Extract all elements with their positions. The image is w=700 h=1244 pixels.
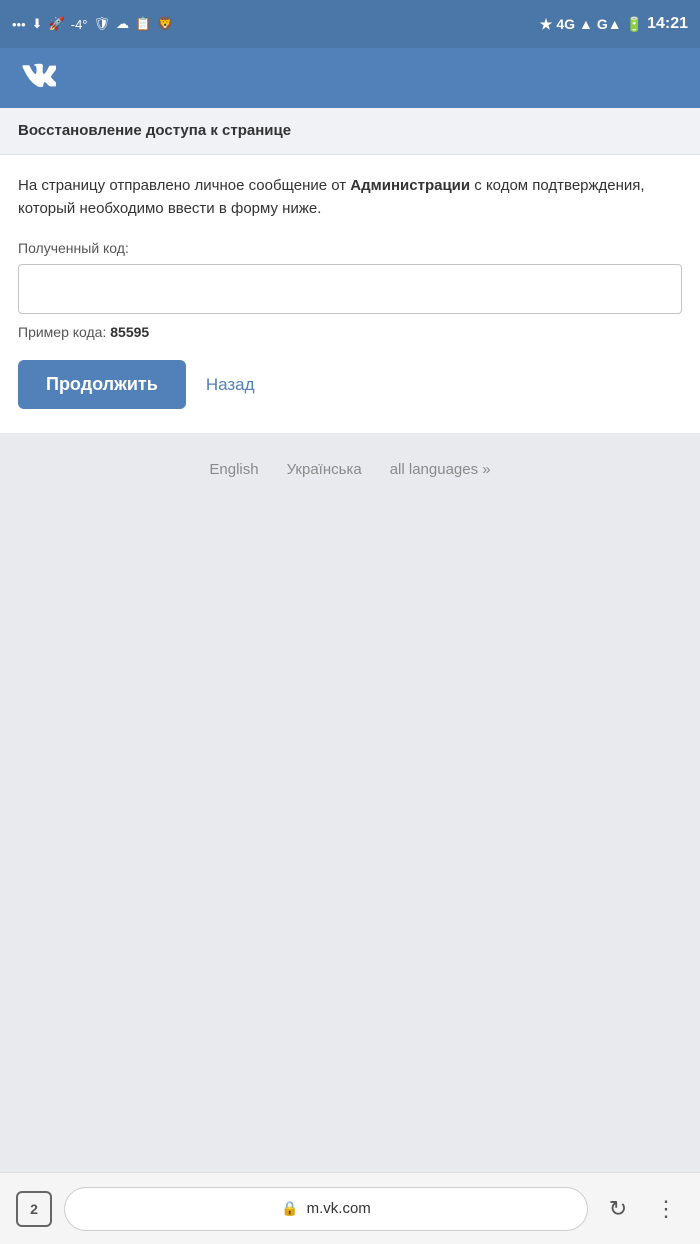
status-cloud: ☁	[116, 16, 129, 32]
form-area: На страницу отправлено личное сообщение …	[0, 155, 700, 433]
url-bar[interactable]: 🔒 m.vk.com	[64, 1187, 588, 1231]
status-star: ★	[540, 16, 553, 33]
status-download: ⬇	[32, 16, 43, 32]
status-4g: 4G	[556, 16, 575, 32]
status-signal1: ▲	[579, 16, 593, 32]
button-row: Продолжить Назад	[18, 360, 682, 409]
status-left: ••• ⬇ 🚀 -4° 🛡 ☁ 📋 🦁	[12, 16, 173, 32]
vk-header	[0, 48, 700, 108]
language-english[interactable]: English	[209, 461, 258, 478]
example-code-value: 85595	[110, 324, 149, 340]
footer-area: English Українська all languages »	[0, 433, 700, 1244]
status-signal2: G▲	[597, 16, 622, 32]
status-temp: -4°	[71, 17, 88, 32]
status-right: ★ 4G ▲ G▲ 🔋 14:21	[540, 15, 688, 33]
status-shield: 🛡	[94, 16, 111, 32]
language-links: English Українська all languages »	[209, 461, 490, 478]
status-bar: ••• ⬇ 🚀 -4° 🛡 ☁ 📋 🦁 ★ 4G ▲ G▲ 🔋 14:21	[0, 0, 700, 48]
page-title: Восстановление доступа к странице	[18, 122, 291, 139]
description-bold: Администрации	[350, 177, 470, 194]
page-title-bar: Восстановление доступа к странице	[0, 108, 700, 155]
lock-icon: 🔒	[281, 1200, 298, 1217]
reload-button[interactable]: ↻	[600, 1191, 636, 1227]
status-rocket: 🚀	[49, 16, 65, 32]
menu-button[interactable]: ⋮	[648, 1191, 684, 1227]
language-all[interactable]: all languages »	[390, 461, 491, 478]
tab-indicator[interactable]: 2	[16, 1191, 52, 1227]
status-shield2: 🦁	[157, 16, 173, 32]
code-input[interactable]	[18, 264, 682, 314]
description-text: На страницу отправлено личное сообщение …	[18, 175, 682, 220]
vk-logo	[20, 62, 56, 94]
status-time: 14:21	[647, 15, 688, 33]
language-ukrainian[interactable]: Українська	[287, 461, 362, 478]
description-part1: На страницу отправлено личное сообщение …	[18, 177, 350, 194]
status-battery: 🔋	[626, 16, 643, 33]
continue-button[interactable]: Продолжить	[18, 360, 186, 409]
back-link[interactable]: Назад	[206, 375, 255, 395]
url-text: m.vk.com	[307, 1200, 371, 1217]
status-clipboard: 📋	[135, 16, 151, 32]
field-label: Полученный код:	[18, 240, 682, 256]
browser-bar: 2 🔒 m.vk.com ↻ ⋮	[0, 1172, 700, 1244]
example-code: Пример кода: 85595	[18, 324, 682, 340]
status-dots: •••	[12, 17, 26, 32]
example-label: Пример кода:	[18, 324, 110, 340]
tab-count: 2	[30, 1201, 38, 1217]
